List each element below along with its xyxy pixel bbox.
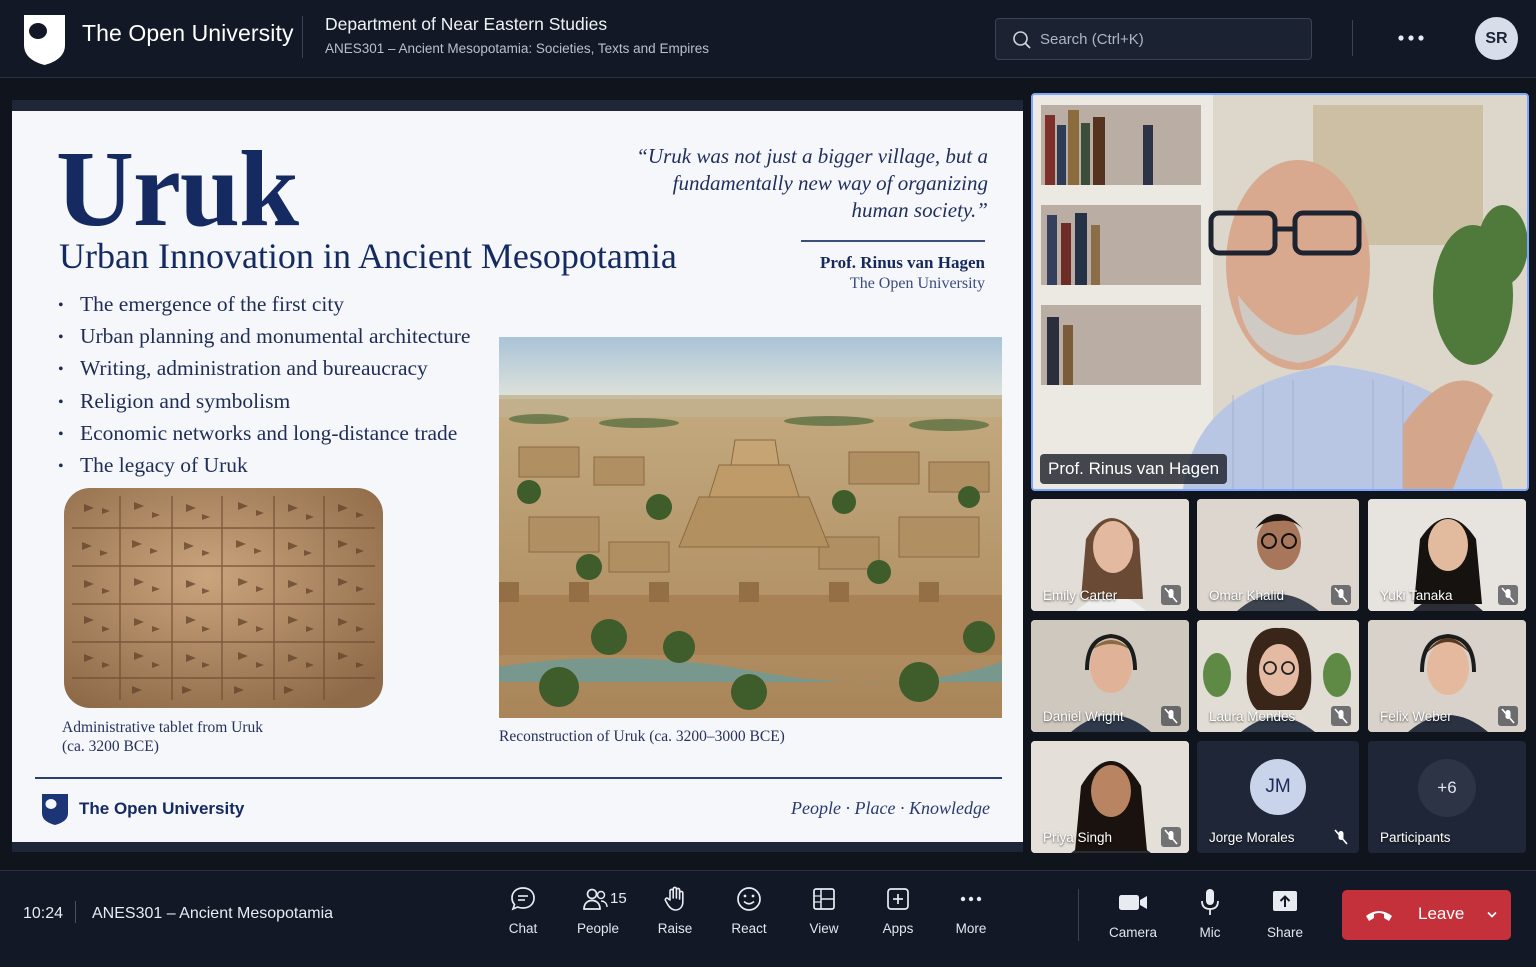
meeting-title: ANES301 – Ancient Mesopotamia	[92, 905, 334, 922]
mic-off-icon	[1498, 706, 1518, 726]
raise-hand-icon	[664, 886, 684, 911]
divider	[1078, 889, 1079, 941]
top-bar: The Open University Department of Near E…	[0, 0, 1536, 78]
participant-tile[interactable]: Laura Mendes	[1197, 620, 1359, 732]
layout-icon	[813, 888, 835, 910]
slide-quote: “Uruk was not just a bigger village, but…	[636, 144, 988, 222]
uruk-reconstruction-image	[499, 337, 1002, 718]
app-brand: The Open University	[82, 20, 294, 46]
slide-bullet-list: • The emergence of the first city • Urban …	[58, 289, 470, 482]
camera-button[interactable]: Camera	[1098, 887, 1168, 957]
share-screen-icon	[1273, 891, 1297, 911]
search-icon	[1013, 31, 1031, 49]
apps-button[interactable]: Apps	[863, 885, 933, 955]
share-button[interactable]: Share	[1250, 887, 1320, 957]
participant-name: Felix Weber	[1380, 709, 1452, 724]
participant-tile[interactable]: Daniel Wright	[1031, 620, 1189, 732]
hang-up-icon	[1366, 911, 1392, 921]
more-button[interactable]: More	[936, 885, 1006, 955]
mic-off-icon	[1161, 585, 1181, 605]
meeting-clock: 10:24	[23, 905, 64, 922]
mic-off-icon	[1331, 706, 1351, 726]
search-placeholder: Search (Ctrl+K)	[1040, 31, 1144, 48]
chevron-down-icon[interactable]	[1485, 909, 1499, 921]
more-participants-tile[interactable]: +6 Participants	[1368, 741, 1526, 853]
participant-name: Jorge Morales	[1209, 830, 1295, 845]
participant-tile[interactable]: Priya Singh	[1031, 741, 1189, 853]
participant-tile[interactable]: Emily Carter	[1031, 499, 1189, 611]
mic-button[interactable]: Mic	[1175, 887, 1245, 957]
quote-author: Prof. Rinus van Hagen	[820, 253, 985, 272]
user-avatar[interactable]: SR	[1475, 17, 1518, 60]
raise-hand-button[interactable]: Raise	[640, 885, 710, 955]
bullet-item: • The emergence of the first city	[58, 292, 345, 316]
add-app-icon	[887, 888, 909, 910]
bullet-item: • Economic networks and long-distance tra…	[58, 420, 458, 445]
people-count: 15	[610, 890, 627, 907]
mic-off-icon	[1161, 827, 1181, 847]
react-button[interactable]: React	[714, 885, 784, 955]
participant-name: Yuki Tanaka	[1380, 588, 1453, 603]
department-title: Department of Near Eastern Studies	[325, 14, 608, 34]
presentation-slide: Uruk Urban Innovation in Ancient Mesopot…	[12, 111, 1023, 842]
speaker-video-feed	[1033, 95, 1527, 489]
divider	[302, 16, 303, 58]
overflow-count: +6	[1418, 759, 1476, 817]
mic-off-icon	[1498, 585, 1518, 605]
camera-icon	[1119, 895, 1147, 910]
smiley-icon	[737, 887, 761, 911]
chat-icon	[511, 887, 535, 911]
slide-footer-divider	[35, 777, 1002, 779]
divider	[1352, 20, 1353, 56]
city-caption: Reconstruction of Uruk (ca. 3200–3000 BC…	[499, 728, 785, 745]
tablet-caption: Administrative tablet from Uruk (ca. 320…	[62, 719, 264, 755]
participant-name: Laura Mendes	[1209, 709, 1296, 724]
course-title: ANES301 – Ancient Mesopotamia: Societies…	[325, 41, 709, 56]
participant-name: Priya Singh	[1043, 830, 1113, 845]
meeting-controls-bar: 10:24 ANES301 – Ancient Mesopotamia Chat…	[0, 870, 1536, 967]
bullet-item: • The legacy of Uruk	[58, 453, 248, 478]
slide-footer-tagline: People · Place · Knowledge	[791, 798, 990, 818]
participant-tile[interactable]: Felix Weber	[1368, 620, 1526, 732]
open-university-logo	[24, 15, 65, 65]
slide-footer-brand: The Open University	[79, 799, 245, 818]
bullet-item: • Urban planning and monumental architect…	[58, 324, 471, 349]
quote-divider	[801, 240, 985, 242]
more-options-icon[interactable]	[1396, 26, 1426, 50]
view-button[interactable]: View	[789, 885, 859, 955]
speaker-name-label: Prof. Rinus van Hagen	[1040, 454, 1228, 484]
mic-off-icon	[1331, 585, 1351, 605]
people-icon	[583, 888, 608, 910]
participant-tile[interactable]: Yuki Tanaka	[1368, 499, 1526, 611]
participant-tile[interactable]: JM Jorge Morales	[1197, 741, 1359, 853]
mic-off-icon	[1334, 829, 1348, 845]
microphone-icon	[1201, 889, 1219, 915]
bullet-item: • Religion and symbolism	[58, 388, 291, 413]
participant-avatar: JM	[1250, 759, 1306, 815]
mic-off-icon	[1161, 706, 1181, 726]
open-university-logo	[42, 794, 68, 825]
participant-name: Omar Khalid	[1209, 588, 1285, 603]
bullet-item: • Writing, administration and bureaucracy	[58, 356, 428, 381]
slide-subtitle: Urban Innovation in Ancient Mesopotamia	[59, 236, 677, 276]
cuneiform-tablet-image	[64, 488, 383, 708]
leave-button[interactable]: Leave	[1342, 890, 1511, 940]
participant-name: Daniel Wright	[1043, 709, 1124, 724]
search-box[interactable]: Search (Ctrl+K)	[995, 18, 1312, 60]
participant-tile[interactable]: Omar Khalid	[1197, 499, 1359, 611]
quote-author-affiliation: The Open University	[849, 275, 985, 292]
people-button[interactable]: 15 People	[563, 885, 633, 955]
overflow-label: Participants	[1380, 830, 1451, 845]
participant-name: Emily Carter	[1043, 588, 1118, 603]
divider	[75, 901, 76, 923]
more-dots-icon	[960, 896, 982, 902]
chat-button[interactable]: Chat	[488, 885, 558, 955]
speaker-video-tile[interactable]: Prof. Rinus van Hagen	[1031, 93, 1529, 491]
